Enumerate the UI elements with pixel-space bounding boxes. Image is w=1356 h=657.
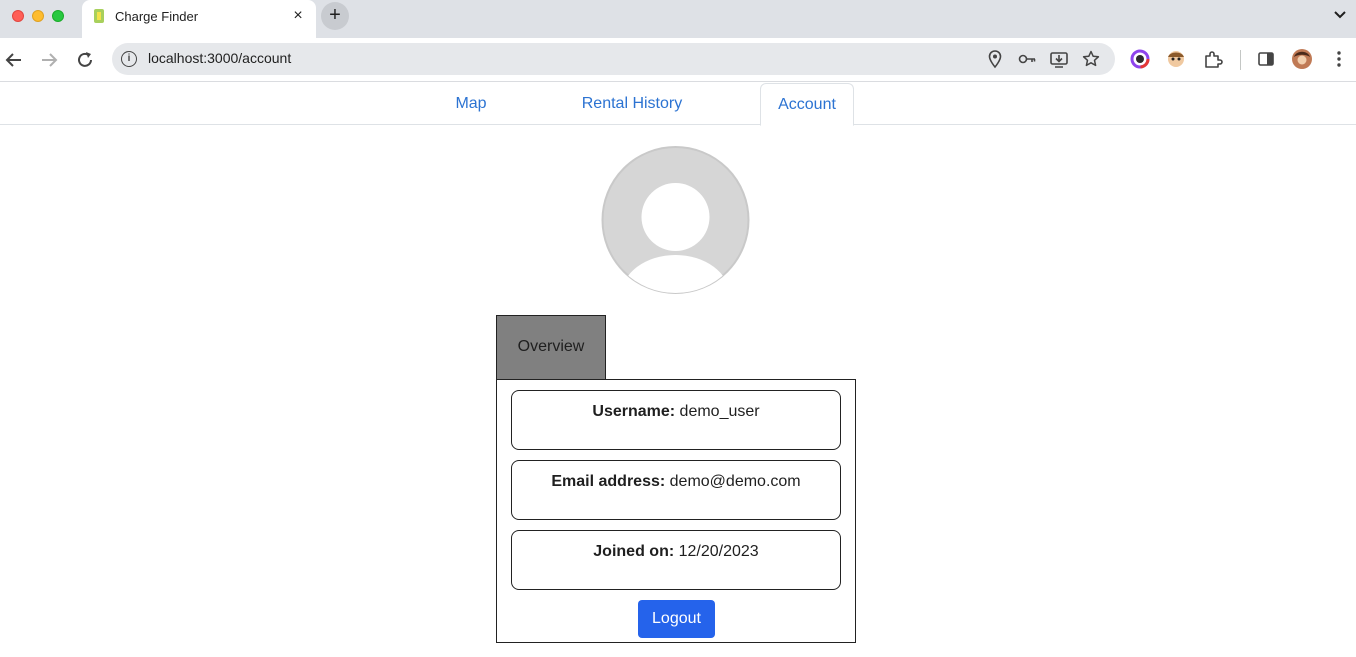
tab-search-chevron-icon[interactable] (1332, 6, 1348, 24)
forward-arrow-icon[interactable] (37, 48, 61, 72)
username-label: Username: (592, 403, 676, 420)
minimize-window-button[interactable] (32, 10, 44, 22)
browser-tab[interactable]: Charge Finder × (82, 0, 316, 38)
site-info-icon[interactable]: i (121, 51, 137, 67)
browser-tabstrip: Charge Finder × + (0, 0, 1356, 38)
tab-account[interactable]: Account (760, 83, 854, 126)
username-value: demo_user (679, 403, 760, 420)
color-picker-extension-icon[interactable] (1129, 48, 1151, 70)
address-bar[interactable]: i localhost:3000/account (112, 43, 1115, 75)
password-key-icon[interactable] (1017, 49, 1037, 69)
close-tab-button[interactable]: × (290, 7, 306, 25)
bookmark-star-icon[interactable] (1081, 49, 1101, 69)
extensions-puzzle-icon[interactable] (1202, 48, 1224, 70)
joined-label: Joined on: (593, 543, 675, 560)
back-arrow-icon[interactable] (2, 48, 26, 72)
maximize-window-button[interactable] (52, 10, 64, 22)
new-tab-button[interactable]: + (321, 2, 349, 30)
profile-avatar-placeholder-icon (600, 145, 751, 295)
email-value: demo@demo.com (669, 473, 801, 490)
email-card: Email address: demo@demo.com (511, 460, 841, 520)
profile-avatar-icon[interactable] (1291, 48, 1313, 70)
address-bar-url[interactable]: localhost:3000/account (148, 50, 291, 66)
browser-tab-title: Charge Finder (115, 9, 199, 24)
location-pin-icon[interactable] (985, 49, 1005, 69)
battery-favicon-icon (94, 9, 104, 23)
tab-rental-history[interactable]: Rental History (560, 83, 704, 125)
reload-icon[interactable] (73, 48, 97, 72)
account-overview-panel: Username: demo_user Email address: demo@… (496, 379, 856, 643)
email-label: Email address: (551, 473, 666, 490)
joined-value: 12/20/2023 (678, 543, 759, 560)
close-window-button[interactable] (12, 10, 24, 22)
face-extension-icon[interactable] (1165, 48, 1187, 70)
install-app-icon[interactable] (1049, 49, 1069, 69)
toolbar-separator (1240, 50, 1241, 70)
browser-toolbar: i localhost:3000/account (0, 38, 1356, 82)
username-card: Username: demo_user (511, 390, 841, 450)
joined-date-card: Joined on: 12/20/2023 (511, 530, 841, 590)
side-panel-icon[interactable] (1255, 48, 1277, 70)
app-nav-tabs: Map Rental History Account (0, 83, 1356, 126)
browser-menu-icon[interactable] (1328, 48, 1350, 70)
tab-overview[interactable]: Overview (496, 315, 606, 380)
tab-map[interactable]: Map (432, 83, 510, 125)
logout-button[interactable]: Logout (638, 600, 715, 638)
